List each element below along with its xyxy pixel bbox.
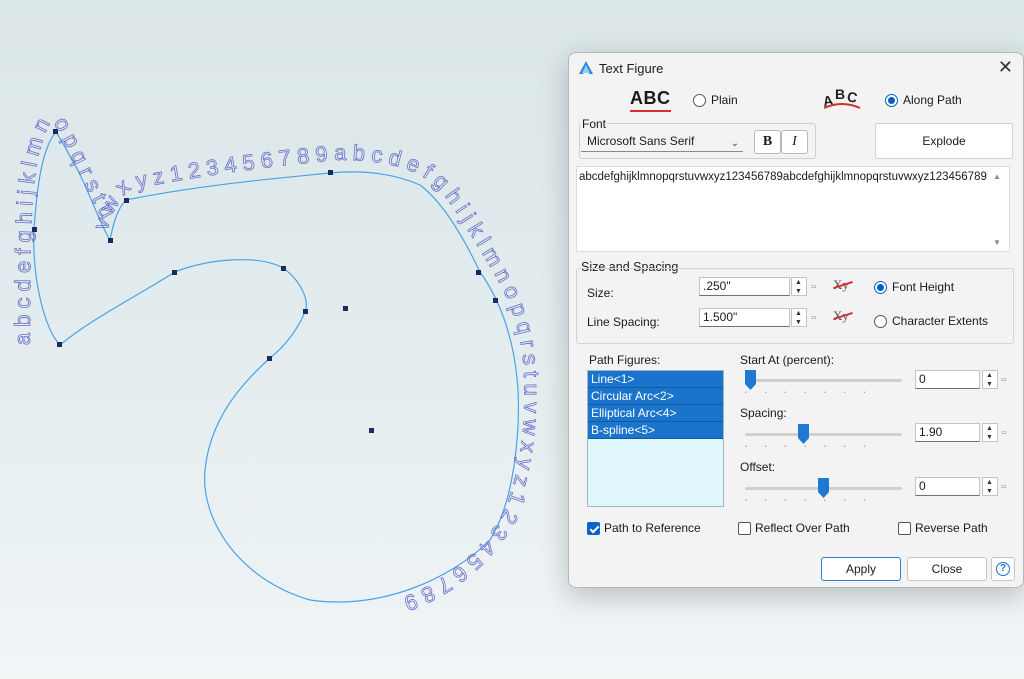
list-item[interactable]: B-spline<5> [588,422,723,439]
svg-text:C: C [846,88,859,106]
spacing-spinner[interactable]: ▲ ▼ [982,423,998,442]
unit-icon[interactable]: ▭ [811,283,817,290]
start-at-input[interactable]: 0 [915,370,980,389]
text-figure-dialog: Text Figure ✕ ABC Plain A B C Along Path… [568,52,1024,588]
line-spacing-label: Line Spacing: [587,315,660,329]
start-at-slider-thumb[interactable] [745,370,756,390]
app-logo-icon [579,61,593,74]
list-item[interactable]: Elliptical Arc<4> [588,405,723,422]
text-content-field[interactable]: abcdefghijklmnopqrstuvwxyz123456789abcde… [576,166,1010,252]
unit-icon[interactable]: ▭ [1001,429,1007,436]
spin-down-icon[interactable]: ▼ [795,288,802,296]
offset-ticks: ••••••• [745,498,884,504]
line-spacing-input[interactable]: 1.500" [699,308,790,327]
path-figures-list[interactable]: Line<1> Circular Arc<2> Elliptical Arc<4… [587,370,724,507]
unit-icon[interactable]: ▭ [1001,483,1007,490]
reverse-path-checkbox[interactable]: Reverse Path [898,521,988,535]
help-icon: ? [996,562,1010,576]
size-input[interactable]: .250" [699,277,790,296]
checkbox-box[interactable] [587,521,600,535]
offset-label: Offset: [740,460,776,474]
svg-text:B: B [835,86,845,102]
font-height-radio[interactable]: Font Height [874,280,954,294]
line-spacing-xy-icon[interactable]: Xy [833,308,853,324]
offset-spinner[interactable]: ▲ ▼ [982,477,998,496]
reverse-path-label: Reverse Path [915,521,988,535]
font-family-select[interactable]: Microsoft Sans Serif ⌄ [581,132,743,152]
character-extents-radio[interactable]: Character Extents [874,314,988,328]
spin-up-icon[interactable]: ▲ [986,372,993,380]
along-path-radio-label: Along Path [903,93,962,107]
text-scrollbar[interactable]: ▲ ▼ [990,166,1004,252]
plain-radio[interactable]: Plain [693,93,738,107]
explode-button[interactable]: Explode [875,123,1013,159]
spin-down-icon[interactable]: ▼ [986,434,993,442]
plain-radio-label: Plain [711,93,738,107]
scroll-up-icon[interactable]: ▲ [993,172,1001,181]
start-at-label: Start At (percent): [740,353,835,367]
plain-sample-icon: ABC [630,88,671,112]
list-item[interactable]: Line<1> [588,371,723,388]
path-figures-label: Path Figures: [589,353,661,367]
font-family-value: Microsoft Sans Serif [587,134,695,148]
unit-icon[interactable]: ▭ [1001,376,1007,383]
spacing-input[interactable]: 1.90 [915,423,980,442]
scroll-down-icon[interactable]: ▼ [993,238,1001,247]
reflect-over-path-checkbox[interactable]: Reflect Over Path [738,521,850,535]
italic-button[interactable]: I [781,130,808,154]
bold-button[interactable]: B [754,130,781,154]
checkbox-box[interactable] [898,521,911,535]
dialog-title: Text Figure [599,61,664,76]
spin-up-icon[interactable]: ▲ [795,279,802,287]
checkbox-box[interactable] [738,521,751,535]
spin-up-icon[interactable]: ▲ [795,310,802,318]
path-text: abcdefghijklmnopqrstuvwxyz123456789abcde… [10,108,545,618]
list-item[interactable]: Circular Arc<2> [588,388,723,405]
plain-radio-dot[interactable] [693,93,706,107]
along-path-radio-dot[interactable] [885,93,898,107]
dialog-titlebar[interactable]: Text Figure ✕ [569,53,1023,83]
along-path-radio[interactable]: Along Path [885,93,962,107]
spin-down-icon[interactable]: ▼ [986,488,993,496]
reflect-over-path-label: Reflect Over Path [755,521,850,535]
line-spacing-spinner[interactable]: ▲ ▼ [791,308,807,327]
spacing-label: Spacing: [740,406,787,420]
size-xy-icon[interactable]: Xy [833,277,853,293]
unit-icon[interactable]: ▭ [811,314,817,321]
chevron-down-icon: ⌄ [730,138,739,149]
offset-input[interactable]: 0 [915,477,980,496]
character-extents-radio-dot[interactable] [874,314,887,328]
start-at-slider[interactable] [745,379,902,382]
path-to-reference-checkbox[interactable]: Path to Reference [587,521,701,535]
start-at-spinner[interactable]: ▲ ▼ [982,370,998,389]
size-label: Size: [587,286,614,300]
spin-down-icon[interactable]: ▼ [986,381,993,389]
spin-up-icon[interactable]: ▲ [986,479,993,487]
font-label: Font [581,117,608,131]
spin-up-icon[interactable]: ▲ [986,425,993,433]
font-height-radio-dot[interactable] [874,280,887,294]
start-at-ticks: ••••••• [745,390,884,396]
spacing-slider-thumb[interactable] [798,424,809,444]
size-spinner[interactable]: ▲ ▼ [791,277,807,296]
spin-down-icon[interactable]: ▼ [795,319,802,327]
path-to-reference-label: Path to Reference [604,521,701,535]
help-button[interactable]: ? [991,557,1015,581]
spacing-slider[interactable] [745,433,902,436]
close-icon[interactable]: ✕ [998,57,1013,78]
apply-button[interactable]: Apply [821,557,901,581]
spacing-ticks: ••••••• [745,444,884,450]
font-height-label: Font Height [892,280,955,294]
along-path-sample-icon: A B C [822,86,861,109]
offset-slider-thumb[interactable] [818,478,829,498]
close-button[interactable]: Close [907,557,987,581]
character-extents-label: Character Extents [892,314,989,328]
